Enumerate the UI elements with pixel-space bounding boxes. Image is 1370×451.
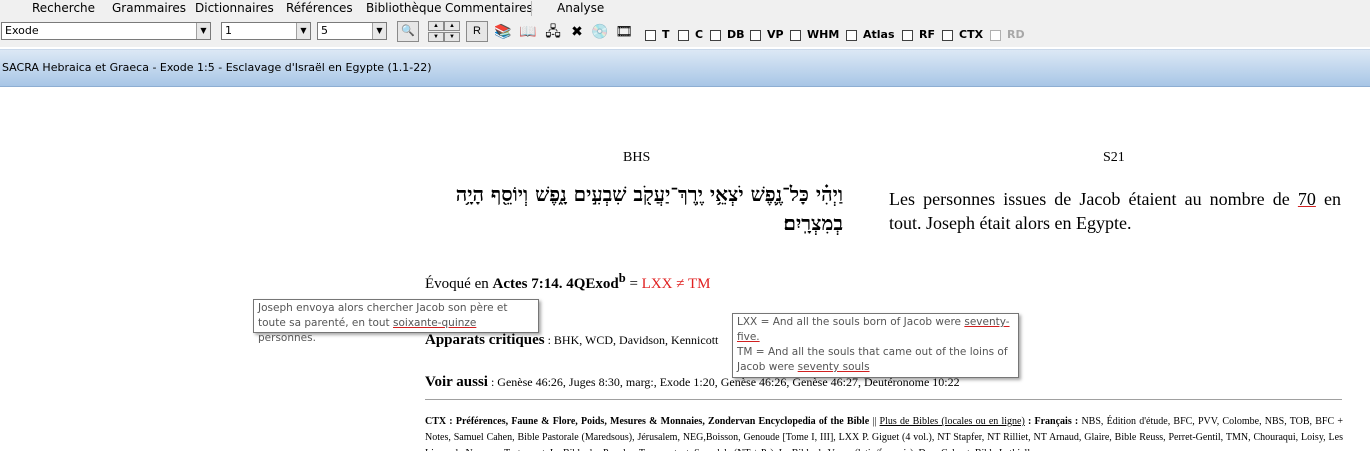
books-icon[interactable]: 📚 bbox=[492, 21, 514, 42]
media-icon[interactable]: 🎞 bbox=[613, 21, 635, 42]
checkbox-label-whm: WHM bbox=[807, 28, 840, 41]
menu-recherche[interactable]: Recherche bbox=[32, 1, 95, 15]
plus-de-bibles-link[interactable]: Plus de Bibles (locales ou en ligne) bbox=[880, 416, 1025, 427]
tooltip-lxx-tm: LXX = And all the souls born of Jacob we… bbox=[732, 313, 1019, 378]
ctx-separator: || bbox=[869, 416, 880, 427]
arrow-down-icon[interactable]: ▼ bbox=[444, 32, 460, 42]
tooltip-text-after: personnes. bbox=[258, 332, 316, 344]
checkbox-ctx[interactable] bbox=[942, 30, 953, 41]
francais-label: : Français : bbox=[1024, 416, 1079, 427]
french-number-70[interactable]: 70 bbox=[1298, 189, 1316, 209]
checkbox-label-vp: VP bbox=[767, 28, 784, 41]
menu-commentaires[interactable]: Commentaires bbox=[445, 1, 533, 15]
checkbox-c[interactable] bbox=[678, 30, 689, 41]
evoque-prefix: Évoqué en bbox=[425, 276, 493, 292]
ctx-label: CTX : bbox=[425, 416, 453, 427]
checkbox-t[interactable] bbox=[645, 30, 656, 41]
tooltip-actes-7-14: Joseph envoya alors chercher Jacob son p… bbox=[253, 299, 539, 344]
menu-bibliotheque[interactable]: Bibliothèque bbox=[366, 1, 442, 15]
ctx-section: CTX : Préférences, Faune & Flore, Poids,… bbox=[425, 414, 1343, 451]
voir-aussi-label: Voir aussi bbox=[425, 374, 488, 390]
column-heading-bhs: BHS bbox=[623, 150, 651, 165]
checkbox-label-db: DB bbox=[727, 28, 745, 41]
arrow-up-icon[interactable]: ▲ bbox=[444, 21, 460, 31]
apparats-list[interactable]: : BHK, WCD, Davidson, Kennicott bbox=[545, 333, 719, 347]
apparats-label: Apparats critiques bbox=[425, 332, 545, 348]
chapter-select[interactable]: 1 ▼ bbox=[221, 22, 311, 40]
chapter-value: 1 bbox=[225, 24, 232, 37]
arrow-up-icon[interactable]: ▲ bbox=[428, 21, 444, 31]
column-heading-s21: S21 bbox=[1103, 150, 1125, 165]
checkbox-label-rd: RD bbox=[1007, 28, 1025, 41]
menu-grammaires[interactable]: Grammaires bbox=[112, 1, 186, 15]
passage-title-bar: SACRA Hebraica et Graeca - Exode 1:5 - E… bbox=[0, 49, 1370, 87]
tooltip-tm-line: TM = And all the souls that came out of … bbox=[737, 345, 1014, 375]
book-value: Exode bbox=[5, 24, 39, 37]
evoque-line: Évoqué en Actes 7:14. 4QExodb = LXX ≠ TM bbox=[425, 271, 710, 293]
menu-bar: Recherche Grammaires Dictionnaires Référ… bbox=[0, 0, 1370, 17]
checkbox-rf[interactable] bbox=[902, 30, 913, 41]
lxx-tm-comparison-link[interactable]: LXX ≠ TM bbox=[642, 276, 711, 292]
checkbox-whm[interactable] bbox=[790, 30, 801, 41]
chevron-down-icon[interactable]: ▼ bbox=[196, 23, 210, 39]
checkbox-label-ctx: CTX bbox=[959, 28, 984, 41]
menu-analyse[interactable]: Analyse bbox=[557, 1, 604, 15]
chevron-down-icon[interactable]: ▼ bbox=[296, 23, 310, 39]
book-select[interactable]: Exode ▼ bbox=[1, 22, 211, 40]
network-icon[interactable]: 🖧 bbox=[542, 21, 564, 42]
evoque-reference[interactable]: Actes 7:14. 4QExod bbox=[492, 276, 618, 292]
chevron-down-icon[interactable]: ▼ bbox=[372, 23, 386, 39]
checkbox-vp[interactable] bbox=[750, 30, 761, 41]
menu-dictionnaires[interactable]: Dictionnaires bbox=[195, 1, 274, 15]
tools-icon[interactable]: ✖ bbox=[566, 21, 588, 42]
search-icon: 🔍 bbox=[401, 25, 415, 37]
apparats-critiques: Apparats critiques : BHK, WCD, Davidson,… bbox=[425, 332, 718, 349]
menu-references[interactable]: Références bbox=[286, 1, 353, 15]
tooltip-highlight: soixante-quinze bbox=[393, 317, 477, 329]
toolbar: Exode ▼ 1 ▼ 5 ▼ 🔍 ▲ ▼ ▲ ▼ R 📚 📖 🖧 ✖ 💿 🎞 … bbox=[0, 17, 1370, 47]
evoque-eq: = bbox=[625, 276, 642, 292]
verse-up-down-stepper[interactable]: ▲ ▼ ▲ ▼ bbox=[428, 21, 460, 42]
checkbox-label-rf: RF bbox=[919, 28, 935, 41]
search-button[interactable]: 🔍 bbox=[397, 21, 419, 42]
menu-separator bbox=[531, 1, 532, 16]
checkbox-rd bbox=[990, 30, 1001, 41]
ctx-resource-links[interactable]: Préférences, Faune & Flore, Poids, Mesur… bbox=[456, 416, 869, 427]
verse-value: 5 bbox=[321, 24, 328, 37]
library-icon[interactable]: 📖 bbox=[517, 21, 539, 42]
french-verse-text[interactable]: Les personnes issues de Jacob étaient au… bbox=[889, 187, 1341, 235]
tooltip-tm-highlight: seventy souls bbox=[797, 361, 870, 373]
tooltip-lxx-line: LXX = And all the souls born of Jacob we… bbox=[737, 315, 1014, 345]
checkbox-atlas[interactable] bbox=[846, 30, 857, 41]
checkbox-db[interactable] bbox=[710, 30, 721, 41]
divider bbox=[425, 399, 1342, 400]
evoque-sup: b bbox=[618, 271, 626, 285]
verse-select[interactable]: 5 ▼ bbox=[317, 22, 387, 40]
tooltip-tm-text: TM = And all the souls that came out of … bbox=[737, 346, 1008, 373]
tooltip-lxx-text: LXX = And all the souls born of Jacob we… bbox=[737, 316, 965, 328]
checkbox-label-t: T bbox=[662, 28, 670, 41]
hebrew-verse-text[interactable]: וַיְהִ֗י כָּל־נֶ֛פֶשׁ יֹצְאֵ֥י יֶֽרֶךְ־י… bbox=[425, 180, 843, 238]
french-text-before: Les personnes issues de Jacob étaient au… bbox=[889, 189, 1298, 209]
passage-title: SACRA Hebraica et Graeca - Exode 1:5 - E… bbox=[2, 61, 432, 74]
disc-icon[interactable]: 💿 bbox=[589, 21, 611, 42]
arrow-down-icon[interactable]: ▼ bbox=[428, 32, 444, 42]
r-button[interactable]: R bbox=[466, 21, 488, 42]
checkbox-label-c: C bbox=[695, 28, 704, 41]
checkbox-label-atlas: Atlas bbox=[863, 28, 895, 41]
